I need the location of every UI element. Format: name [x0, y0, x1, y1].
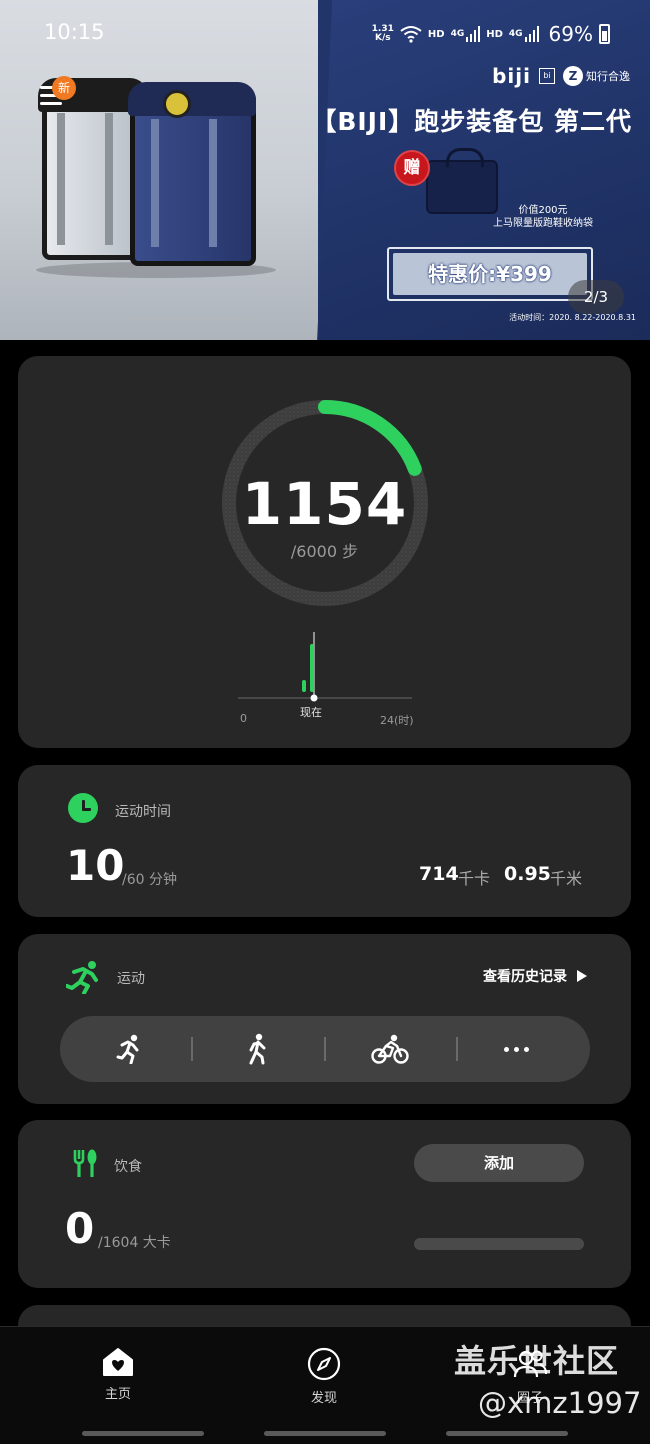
diet-label: 饮食 [114, 1159, 142, 1175]
signal-icon-1 [466, 26, 481, 42]
view-history-link[interactable]: 查看历史记录 [483, 966, 587, 986]
more-icon [503, 1046, 529, 1052]
navy-backpack-lid [128, 82, 256, 116]
cycling-icon [371, 1034, 409, 1064]
backpack-logo-patch [163, 90, 191, 118]
exercise-minutes: 10 [66, 841, 125, 890]
diet-card[interactable]: 饮食 添加 0 /1604 大卡 [18, 1120, 631, 1288]
divider [324, 1037, 326, 1061]
clock-icon [68, 793, 98, 823]
exercise-time-label: 运动时间 [115, 804, 171, 820]
network-speed: 1.31 K/s [371, 24, 394, 43]
steps-card[interactable]: 1154 /6000 步 0 现在 24(时) [18, 356, 631, 748]
watermark-user: @xmz1997 [478, 1386, 642, 1420]
nav-home[interactable]: 主页 [58, 1347, 178, 1402]
add-meal-button[interactable]: 添加 [414, 1144, 584, 1182]
calories-value: 714 [419, 863, 459, 885]
status-time: 10:15 [44, 20, 105, 44]
biji-logo: biji [492, 64, 531, 88]
hd-label-1: HD [427, 28, 445, 40]
steps-goal: /6000 步 [290, 542, 359, 561]
new-badge: 新 [52, 76, 76, 100]
watermark-site: 盖乐世社区 [454, 1342, 620, 1380]
partner-logo-mark: Z [563, 66, 583, 86]
chevron-right-icon [577, 970, 587, 982]
sport-label: 运动 [117, 971, 145, 987]
axis-end-label: 24(时) [380, 714, 414, 727]
hd-label-2: HD [486, 28, 503, 40]
partner-logo: Z 知行合逸 [563, 66, 630, 86]
wifi-icon [400, 26, 422, 43]
exercise-minutes-goal: /60 分钟 [122, 872, 177, 888]
nav-discover[interactable]: 发现 [264, 1347, 384, 1406]
distance-value: 0.95 [504, 863, 551, 885]
sport-card[interactable]: 运动 查看历史记录 [18, 934, 631, 1104]
banner-title: 【BIJI】跑步装备包 第二代 [311, 107, 632, 136]
compass-icon [307, 1347, 341, 1381]
gesture-bar [264, 1431, 386, 1436]
diet-calories-goal: /1604 大卡 [98, 1235, 171, 1251]
divider [191, 1037, 193, 1061]
home-icon [103, 1348, 133, 1376]
hourly-step-bar [302, 680, 306, 692]
gift-description: 价值200元 上马限量版跑鞋收纳袋 [493, 205, 593, 229]
axis-start-label: 0 [240, 712, 247, 725]
network-type-2: 4G [508, 29, 523, 39]
distance-unit: 千米 [550, 869, 583, 888]
walking-button[interactable] [198, 1016, 318, 1082]
event-date: 活动时间：2020. 8.22-2020.8.31 [509, 313, 636, 322]
exercise-time-card[interactable]: 运动时间 10 /60 分钟 714 千卡 0.95 千米 [18, 765, 631, 917]
promo-banner[interactable]: 10:15 1.31 K/s HD 4G HD 4G 69% 新 biji bi… [0, 0, 650, 340]
diet-progress-bar [414, 1238, 584, 1250]
network-type-1: 4G [450, 29, 465, 39]
diet-calories: 0 [65, 1204, 95, 1253]
price-tag: 特惠价:¥399 [387, 247, 593, 301]
calories-unit: 千卡 [458, 869, 491, 888]
axis-now-label: 现在 [300, 706, 322, 719]
fork-knife-icon [73, 1149, 97, 1177]
cycling-button[interactable] [330, 1016, 450, 1082]
now-marker-dot [310, 694, 318, 702]
battery-percent: 69% [548, 22, 593, 46]
status-icons: 1.31 K/s HD 4G HD 4G 69% [372, 22, 610, 46]
status-bar: 10:15 1.31 K/s HD 4G HD 4G 69% [0, 18, 650, 50]
running-button[interactable] [70, 1016, 190, 1082]
gesture-bar [446, 1431, 568, 1436]
more-sports-button[interactable] [456, 1016, 576, 1082]
running-icon [116, 1034, 139, 1064]
signal-icon-2 [524, 26, 539, 42]
banner-page-indicator: 2/3 [568, 280, 624, 314]
hourly-step-bar [310, 644, 314, 692]
steps-count: 1154 [241, 470, 408, 538]
brand-logos: biji bi Z 知行合逸 [492, 64, 630, 88]
gift-badge: 赠 [394, 150, 430, 186]
walking-icon [249, 1033, 266, 1065]
running-figure-icon [66, 961, 98, 994]
sport-type-selector [60, 1016, 590, 1082]
biji-box-logo: bi [539, 68, 555, 84]
battery-icon [599, 24, 610, 44]
hourly-steps-chart [238, 632, 412, 702]
gesture-bar [82, 1431, 204, 1436]
